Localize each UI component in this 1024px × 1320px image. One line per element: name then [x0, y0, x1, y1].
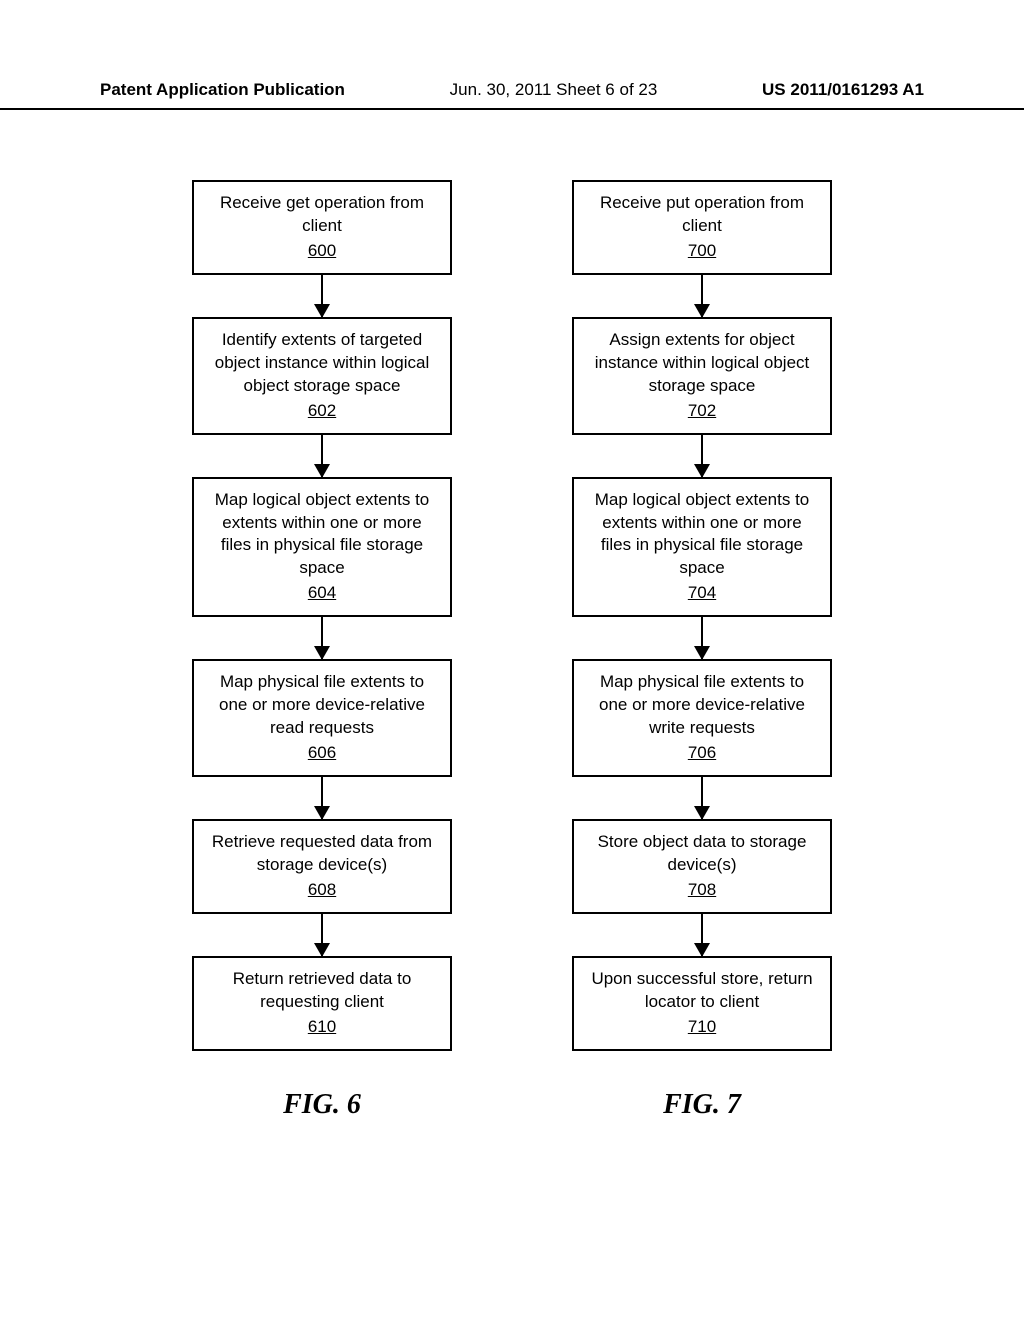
step-ref: 700: [586, 240, 818, 263]
step-text: Store object data to storage device(s): [598, 832, 807, 874]
step-ref: 600: [206, 240, 438, 263]
header-row: Patent Application Publication Jun. 30, …: [100, 80, 924, 100]
step-box: Retrieve requested data from storage dev…: [192, 819, 452, 914]
step-box: Map physical file extents to one or more…: [192, 659, 452, 777]
step-box: Upon successful store, return locator to…: [572, 956, 832, 1051]
step-box: Map logical object extents to extents wi…: [572, 477, 832, 618]
step-box: Return retrieved data to requesting clie…: [192, 956, 452, 1051]
step-ref: 606: [206, 742, 438, 765]
step-ref: 710: [586, 1016, 818, 1039]
step-text: Assign extents for object instance withi…: [595, 330, 810, 395]
arrow-down: [321, 617, 323, 659]
step-text: Receive get operation from client: [220, 193, 424, 235]
arrow-down: [701, 275, 703, 317]
arrow-down: [701, 617, 703, 659]
step-text: Upon successful store, return locator to…: [591, 969, 812, 1011]
step-box: Receive put operation from client 700: [572, 180, 832, 275]
step-ref: 706: [586, 742, 818, 765]
step-ref: 602: [206, 400, 438, 423]
step-text: Map physical file extents to one or more…: [599, 672, 805, 737]
step-text: Map logical object extents to extents wi…: [215, 490, 430, 578]
arrow-down: [321, 777, 323, 819]
step-text: Return retrieved data to requesting clie…: [233, 969, 412, 1011]
arrow-down: [321, 275, 323, 317]
diagram-container: Receive get operation from client 600 Id…: [0, 180, 1024, 1121]
step-box: Store object data to storage device(s) 7…: [572, 819, 832, 914]
step-box: Map physical file extents to one or more…: [572, 659, 832, 777]
step-text: Identify extents of targeted object inst…: [215, 330, 430, 395]
step-box: Identify extents of targeted object inst…: [192, 317, 452, 435]
step-box: Receive get operation from client 600: [192, 180, 452, 275]
page-header: Patent Application Publication Jun. 30, …: [0, 80, 1024, 110]
arrow-down: [321, 435, 323, 477]
step-box: Assign extents for object instance withi…: [572, 317, 832, 435]
figure-label: FIG. 7: [663, 1089, 741, 1121]
step-ref: 604: [206, 582, 438, 605]
flowchart-fig6: Receive get operation from client 600 Id…: [182, 180, 462, 1121]
step-box: Map logical object extents to extents wi…: [192, 477, 452, 618]
step-text: Retrieve requested data from storage dev…: [212, 832, 432, 874]
arrow-down: [321, 914, 323, 956]
header-date-sheet: Jun. 30, 2011 Sheet 6 of 23: [450, 80, 658, 100]
header-publication: Patent Application Publication: [100, 80, 345, 100]
arrow-down: [701, 435, 703, 477]
step-ref: 704: [586, 582, 818, 605]
step-text: Map logical object extents to extents wi…: [595, 490, 810, 578]
flowchart-fig7: Receive put operation from client 700 As…: [562, 180, 842, 1121]
step-text: Receive put operation from client: [600, 193, 804, 235]
figure-label: FIG. 6: [283, 1089, 361, 1121]
arrow-down: [701, 914, 703, 956]
arrow-down: [701, 777, 703, 819]
step-ref: 708: [586, 879, 818, 902]
step-text: Map physical file extents to one or more…: [219, 672, 425, 737]
step-ref: 702: [586, 400, 818, 423]
header-pub-number: US 2011/0161293 A1: [762, 80, 924, 100]
step-ref: 608: [206, 879, 438, 902]
step-ref: 610: [206, 1016, 438, 1039]
